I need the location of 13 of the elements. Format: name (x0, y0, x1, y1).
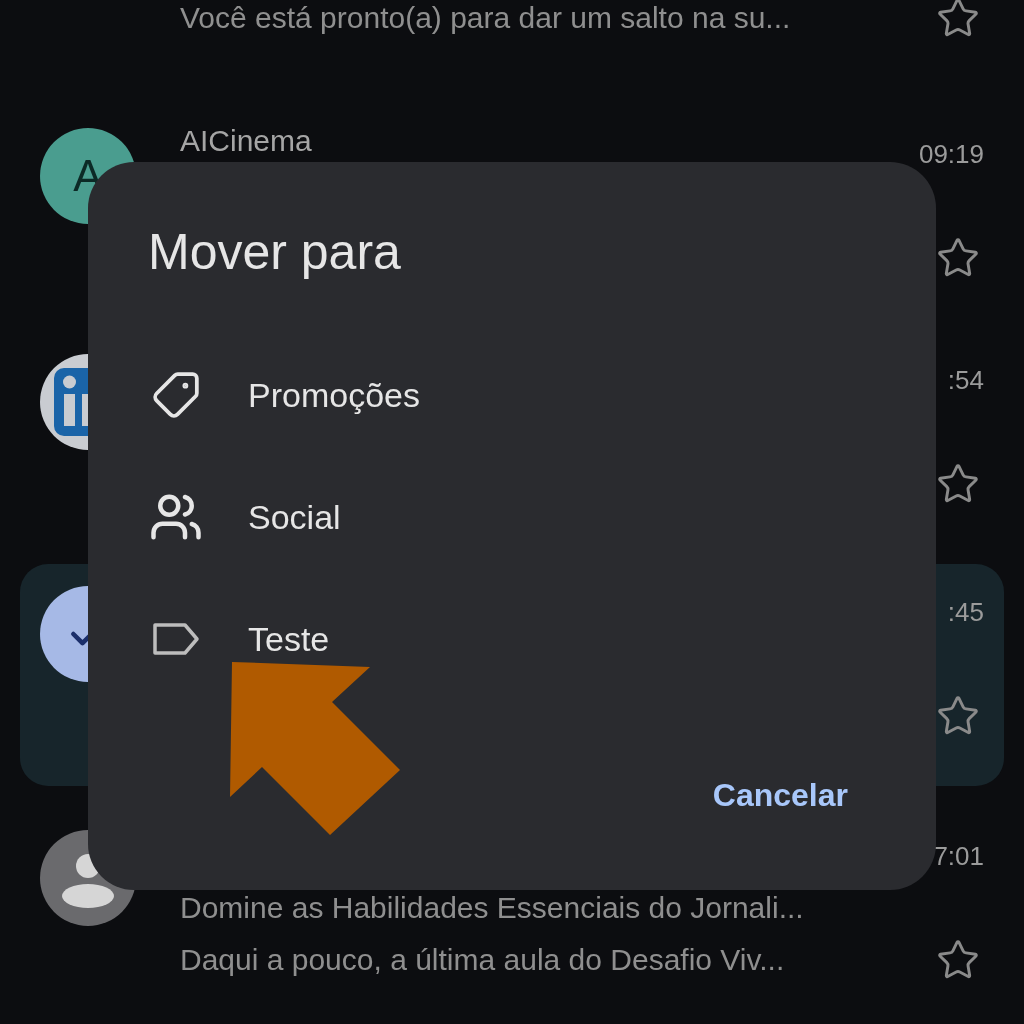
message-time: 7:01 (933, 840, 984, 872)
move-option[interactable]: Teste (148, 578, 848, 700)
message-time: :54 (947, 364, 984, 396)
message-preview: Domine as Habilidades Essenciais do Jornali... (180, 891, 805, 925)
move-option[interactable]: Social (148, 456, 848, 578)
sender-name: AICinema (180, 124, 313, 158)
dialog-title: Mover para (148, 223, 401, 282)
message-time: :45 (947, 596, 984, 628)
message-preview: Você está pronto(a) para dar um salto na su... (180, 1, 792, 35)
move-option[interactable]: Promoções (148, 334, 848, 456)
cancel-button[interactable]: Cancelar (712, 765, 848, 825)
message-preview: Daqui a pouco, a última aula do Desafio Viv... (180, 943, 786, 977)
message-time: 09:19 (918, 138, 984, 170)
